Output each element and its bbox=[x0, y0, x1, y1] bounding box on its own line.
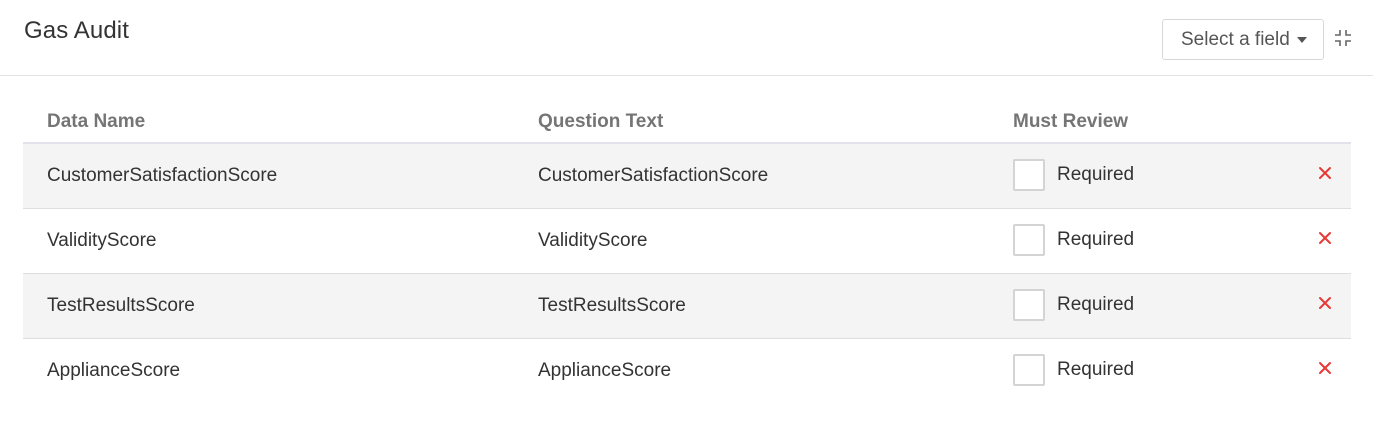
question-text-cell: ApplianceScore bbox=[538, 360, 672, 381]
question-text-cell: ValidityScore bbox=[538, 230, 648, 251]
required-label: Required bbox=[1057, 164, 1135, 185]
question-text-cell: CustomerSatisfactionScore bbox=[538, 165, 769, 186]
page-title: Gas Audit bbox=[24, 17, 129, 44]
data-name-cell: ValidityScore bbox=[47, 230, 157, 251]
close-icon[interactable] bbox=[1318, 231, 1332, 245]
required-label: Required bbox=[1057, 294, 1135, 315]
data-name-cell: TestResultsScore bbox=[47, 295, 195, 316]
table-row: ApplianceScore ApplianceScore Required bbox=[23, 339, 1351, 404]
must-review-checkbox[interactable] bbox=[1013, 224, 1045, 256]
close-icon[interactable] bbox=[1318, 166, 1332, 180]
question-text-cell: TestResultsScore bbox=[538, 295, 686, 316]
data-name-cell: ApplianceScore bbox=[47, 360, 181, 381]
table-header: Data Name Question Text Must Review bbox=[23, 100, 1351, 144]
must-review-checkbox[interactable] bbox=[1013, 159, 1045, 191]
collapse-icon[interactable] bbox=[1334, 29, 1352, 47]
data-name-cell: CustomerSatisfactionScore bbox=[47, 165, 278, 186]
close-icon[interactable] bbox=[1318, 361, 1332, 375]
column-header-must-review: Must Review bbox=[1013, 111, 1129, 132]
table-row: TestResultsScore TestResultsScore Requir… bbox=[23, 274, 1351, 339]
caret-down-icon bbox=[1296, 36, 1307, 43]
required-label: Required bbox=[1057, 229, 1135, 250]
table-row: CustomerSatisfactionScore CustomerSatisf… bbox=[23, 144, 1351, 209]
column-header-question-text: Question Text bbox=[538, 111, 664, 132]
page-header: Gas Audit Select a field bbox=[0, 0, 1373, 76]
must-review-checkbox[interactable] bbox=[1013, 354, 1045, 386]
column-header-data-name: Data Name bbox=[47, 111, 146, 132]
field-select-dropdown[interactable]: Select a field bbox=[1162, 19, 1324, 60]
close-icon[interactable] bbox=[1318, 296, 1332, 310]
fields-table: Data Name Question Text Must Review Cust… bbox=[23, 100, 1351, 404]
must-review-checkbox[interactable] bbox=[1013, 289, 1045, 321]
table-row: ValidityScore ValidityScore Required bbox=[23, 209, 1351, 274]
field-select-value: Select a field bbox=[1181, 28, 1290, 50]
required-label: Required bbox=[1057, 359, 1135, 380]
